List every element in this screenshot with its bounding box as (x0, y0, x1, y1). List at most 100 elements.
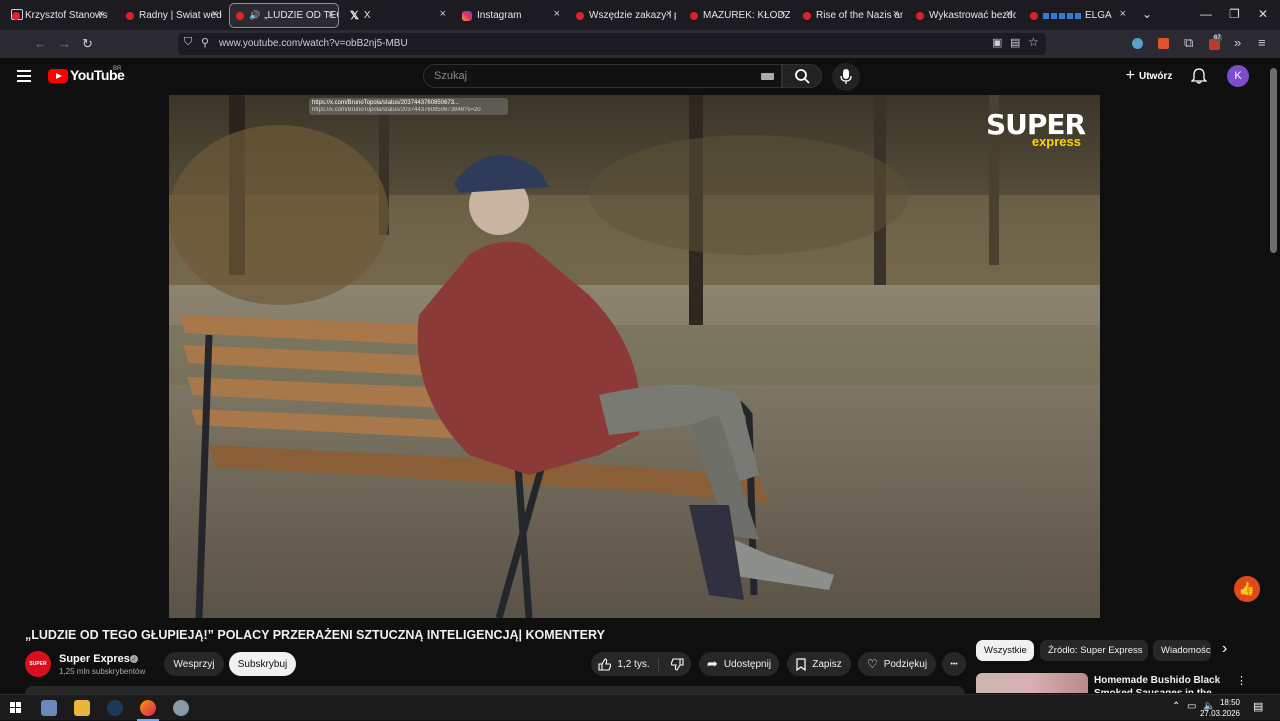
restore-icon[interactable]: ❐ (1229, 7, 1240, 21)
address-bar[interactable]: ⛉ ⚲ www.youtube.com/watch?v=obB2nj5-MBU … (178, 33, 1046, 55)
steam-icon[interactable] (107, 700, 123, 716)
tab-close-icon[interactable]: × (328, 9, 334, 21)
search-placeholder: Szukaj (434, 70, 468, 82)
thanks-label: Podziękuj (883, 658, 928, 670)
notification-center-icon[interactable]: ▤ (1253, 700, 1263, 713)
overflow-chevrons-icon[interactable]: » (1234, 35, 1241, 50)
tab-close-icon[interactable]: × (554, 8, 560, 20)
recommendation-thumbnail[interactable] (976, 673, 1088, 693)
subscribe-label: Subskrybuj (237, 658, 288, 670)
extension-fox-icon[interactable] (1158, 38, 1169, 49)
tab-label: MAZUREK: KŁODZKO (703, 10, 790, 21)
monitor-app-icon[interactable] (41, 700, 57, 716)
tab-label: X (363, 10, 371, 21)
browser-tab[interactable]: MAZUREK: KŁODZKO × (684, 3, 790, 28)
forward-icon[interactable]: → (58, 36, 71, 51)
browser-tab[interactable]: Rise of the Nazis and × (797, 3, 903, 28)
chip-label: Źródło: Super Express (1048, 645, 1143, 656)
tab-close-icon[interactable]: × (212, 8, 218, 20)
extension-shield-icon[interactable] (1132, 38, 1143, 49)
window-close-icon[interactable]: ✕ (1258, 7, 1268, 21)
link-tooltip: https://x.com/BrunoTopola/status/2037443… (309, 98, 508, 115)
thumbs-down-icon (670, 657, 684, 671)
dislike-button[interactable] (665, 657, 684, 671)
hamburger-menu-icon[interactable] (17, 70, 31, 82)
tab-close-icon[interactable]: × (666, 8, 672, 20)
chip-all[interactable]: Wszystkie (976, 640, 1034, 661)
speaker-icon[interactable]: 🔊 (249, 10, 260, 21)
thumbs-up-bubble-icon[interactable]: 👍 (1234, 576, 1260, 602)
browser-tab[interactable]: Radny | Świat według × (120, 3, 222, 28)
share-button[interactable]: ➦ Udostępnij (699, 652, 779, 676)
thanks-heart-icon: ♡ (866, 657, 878, 671)
browser-tab[interactable]: Instagram × (456, 3, 564, 28)
reader-view-icon[interactable]: ▤ (1010, 36, 1020, 49)
tab-close-icon[interactable]: × (1120, 8, 1126, 20)
browser-tab[interactable]: Krzysztof Stanowski: I × (6, 3, 108, 28)
search-input[interactable]: Szukaj (423, 64, 782, 88)
keyboard-icon[interactable] (761, 73, 774, 80)
picture-in-picture-icon[interactable]: ▣ (992, 36, 1002, 49)
tray-chevron-icon[interactable]: ⌃ (1172, 701, 1180, 712)
thanks-button[interactable]: ♡ Podziękuj (858, 652, 936, 676)
tab-close-icon[interactable]: × (1006, 8, 1012, 20)
tab-list-dropdown-icon[interactable]: ⌄ (1142, 7, 1152, 21)
recommendation-menu-icon[interactable]: ⋮ (1236, 674, 1247, 687)
url-text: www.youtube.com/watch?v=obB2nj5-MBU (219, 38, 408, 49)
browser-tab[interactable]: Wszędzie zakazy i pr × (570, 3, 676, 28)
save-button[interactable]: Zapisz (787, 652, 851, 676)
user-avatar[interactable]: K (1227, 65, 1249, 87)
voice-search-button[interactable] (832, 63, 860, 91)
network-icon[interactable]: ▭ (1187, 701, 1196, 712)
video-player[interactable] (169, 95, 1100, 618)
tab-close-icon[interactable]: × (893, 8, 899, 20)
chip-news[interactable]: Wiadomości (1153, 640, 1211, 661)
create-button[interactable]: + Utwórz (1117, 64, 1181, 88)
page-scrollbar-thumb[interactable] (1270, 68, 1277, 253)
site-info-icon[interactable]: ⚲ (201, 36, 209, 49)
subscribe-button[interactable]: Subskrybuj (229, 652, 296, 676)
chips-next-icon[interactable]: › (1222, 640, 1227, 658)
extension-badge-count: 67 (1213, 35, 1222, 41)
youtube-icon (236, 11, 244, 20)
app-menu-icon[interactable]: ≡ (1258, 35, 1266, 50)
support-label: Wesprzyj (173, 658, 215, 670)
more-actions-button[interactable]: ••• (942, 652, 966, 676)
system-clock[interactable]: 18:50 27.03.2026 (1198, 697, 1240, 719)
reload-icon[interactable]: ↻ (82, 36, 93, 52)
like-dislike-group: 1,2 tys. (591, 652, 691, 676)
firefox-icon[interactable] (140, 700, 156, 716)
browser-tab[interactable]: Wykastrować bezdom × (910, 3, 1016, 28)
recommendation-title[interactable]: Homemade Bushido Black Smoked Sausages i… (1094, 674, 1224, 693)
notifications-bell-icon[interactable] (1191, 68, 1207, 84)
start-windows-icon[interactable] (10, 702, 21, 713)
file-explorer-icon[interactable] (74, 700, 90, 716)
browser-tab[interactable]: 𝕏 X × (344, 3, 450, 28)
support-button[interactable]: Wesprzyj (164, 652, 224, 676)
back-icon[interactable]: ← (34, 36, 47, 51)
extension-badge-icon[interactable]: 67 (1209, 35, 1222, 50)
description-box[interactable] (25, 686, 965, 694)
channel-name[interactable]: Super Express (59, 653, 136, 665)
network-app-icon[interactable] (173, 700, 189, 716)
extensions-puzzle-icon[interactable]: ⧉ (1184, 35, 1193, 51)
tab-close-icon[interactable]: × (98, 8, 104, 20)
bookmark-icon (796, 657, 806, 671)
tab-label: Radny | Świat według (139, 10, 222, 21)
youtube-header: YouTube BR Szukaj + Utwórz K (0, 58, 1268, 95)
browser-tab[interactable]: ELGA × (1024, 3, 1130, 28)
x-icon: 𝕏 (350, 9, 359, 22)
tab-close-icon[interactable]: × (780, 8, 786, 20)
channel-avatar[interactable]: SUPER (25, 651, 51, 677)
youtube-logo-icon[interactable] (48, 69, 68, 83)
bookmark-star-icon[interactable]: ☆ (1028, 35, 1039, 49)
shield-icon[interactable]: ⛉ (184, 36, 192, 49)
browser-tab-active[interactable]: 🔊 „LUDZIE OD TEGO × (229, 3, 339, 28)
tooltip-line-1: https://x.com/BrunoTopola/status/2037443… (312, 100, 460, 106)
chip-source[interactable]: Źródło: Super Express (1040, 640, 1148, 661)
tab-close-icon[interactable]: × (440, 8, 446, 20)
chip-label: Wszystkie (984, 645, 1027, 656)
like-button[interactable]: 1,2 tys. (598, 657, 659, 671)
minimize-icon[interactable]: — (1200, 7, 1212, 21)
search-button[interactable] (782, 64, 822, 88)
